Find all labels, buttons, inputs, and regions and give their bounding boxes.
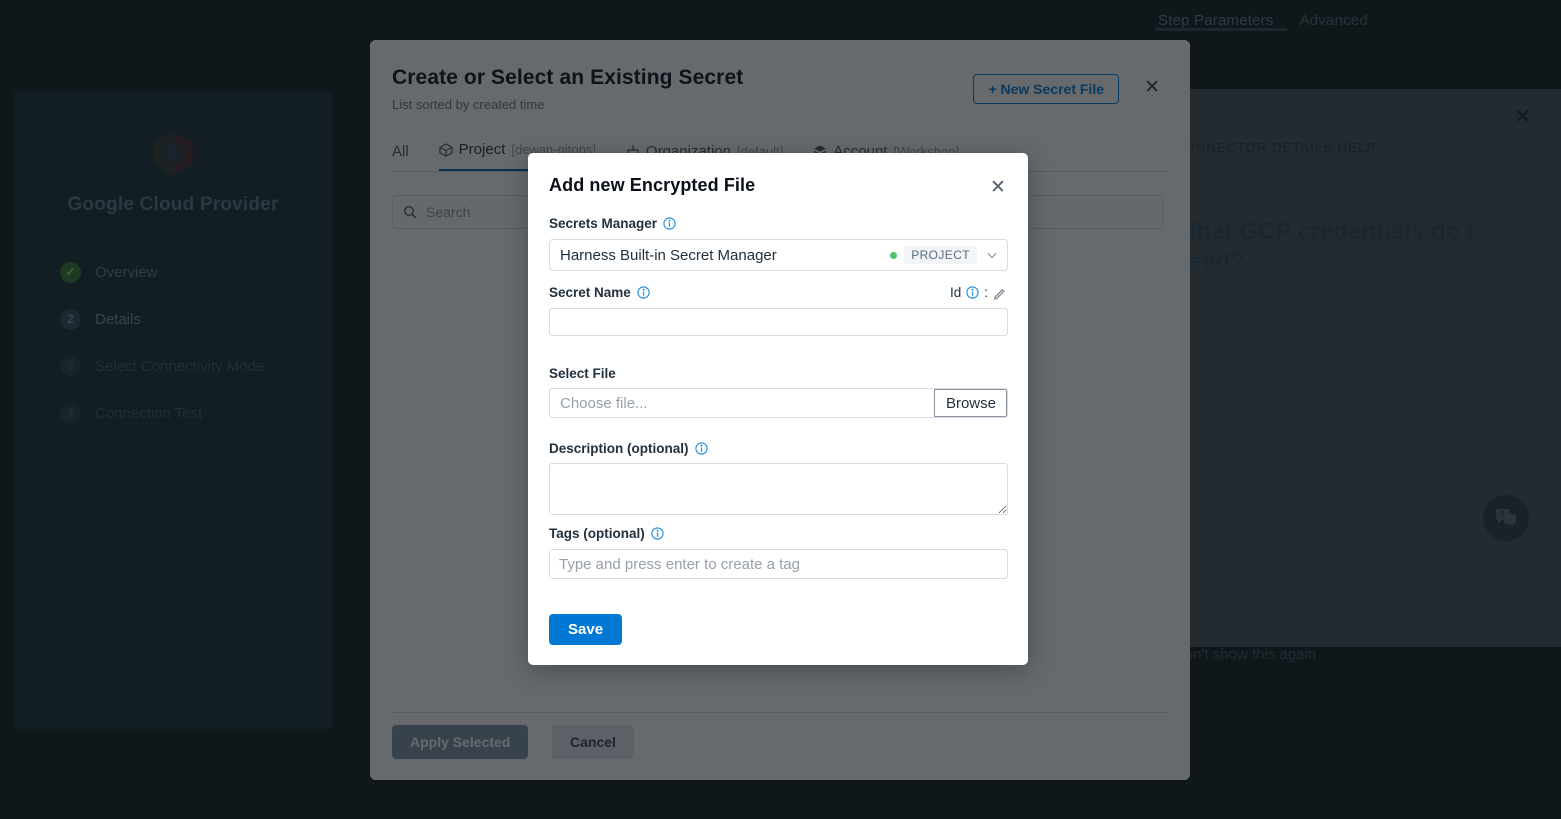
step-number-badge: 3 [60,356,81,377]
secrets-manager-label: Secrets Manager [549,216,676,231]
close-icon[interactable]: ✕ [989,179,1007,197]
help-body: The credentials you provide depend on wh… [1174,259,1524,630]
add-encrypted-file-dialog: Add new Encrypted File ✕ Secrets Manager… [528,153,1028,665]
divider [1174,624,1504,625]
save-button[interactable]: Save [549,614,622,645]
help-paragraph: The credentials you provide depend on wh… [1174,259,1524,295]
tags-input[interactable] [549,549,1008,579]
pencil-icon[interactable] [993,286,1007,300]
check-icon: ✓ [60,262,81,283]
scope-badge: PROJECT [904,246,977,264]
select-file-label: Select File [549,366,616,381]
info-icon[interactable] [651,527,664,540]
field-label-text: Description (optional) [549,441,689,456]
topbar-tab-label: Advanced [1300,12,1368,29]
step-number-badge: 2 [60,309,81,330]
cancel-button[interactable]: Cancel [552,725,634,759]
topbar-tab-step-parameters[interactable]: Step Parameters [1158,12,1274,29]
wizard-steps: ✓ Overview 2 Details 3 Select Connectivi… [60,259,320,426]
secret-name-input[interactable] [549,308,1008,336]
help-paragraph: The credentials required by either metho… [1174,527,1524,617]
info-icon[interactable] [637,286,650,299]
wizard-step-overview[interactable]: ✓ Overview [60,259,320,285]
close-icon[interactable]: ✕ [1514,107,1531,127]
close-icon[interactable]: ✕ [1144,78,1160,97]
tab-all[interactable]: All [392,138,409,172]
new-secret-file-button[interactable]: + New Secret File [973,74,1119,104]
info-icon[interactable] [663,217,676,230]
wizard-step-select-connectivity-mode[interactable]: 3 Select Connectivity Mode [60,353,320,379]
gcp-hexagon-logo-icon [147,129,199,177]
svg-text:?: ? [1500,510,1504,519]
id-label: Id [950,285,961,300]
file-picker-row[interactable]: Choose file... Browse [549,388,1008,418]
chat-bubble-icon: ? [1495,508,1517,528]
id-separator: : [984,285,988,300]
wizard-step-label: Overview [95,264,158,281]
description-label: Description (optional) [549,441,708,456]
divider [392,712,1168,713]
wizard-step-label: Connection Test [95,405,202,422]
status-dot [890,252,897,259]
field-label-text: Select File [549,366,616,381]
info-icon[interactable] [966,286,979,299]
topbar-tabs: Step Parameters Advanced [1150,0,1450,40]
tab-label: Project [459,141,506,158]
wizard-step-connection-test[interactable]: 4 Connection Test [60,400,320,426]
help-paragraph: Use the credentials of a specific Harnes… [1174,388,1524,514]
decorative-diamond-icon [44,493,234,683]
apply-selected-button[interactable]: Apply Selected [392,725,528,759]
wizard-step-label: Select Connectivity Mode [95,358,264,375]
connector-wizard-panel: Google Cloud Provider ✓ Overview 2 Detai… [14,91,332,729]
dont-show-again-link[interactable]: Don't show this again [1174,646,1316,663]
info-icon[interactable] [695,442,708,455]
divider [1174,171,1504,172]
secret-id-row: Id : [950,285,1007,300]
field-label-text: Secret Name [549,285,631,300]
help-chat-icon[interactable]: ? [1483,495,1529,541]
cube-icon [439,143,453,157]
secrets-manager-value: Harness Built-in Secret Manager [560,247,890,264]
screen-root: Step Parameters Advanced Google Cloud Pr… [0,0,1561,819]
connector-help-drawer: ✕ CONNECTOR DETAILS HELP What GCP creden… [1148,89,1561,647]
tags-label: Tags (optional) [549,526,664,541]
secrets-manager-select[interactable]: Harness Built-in Secret Manager PROJECT [549,239,1008,271]
file-placeholder: Choose file... [550,389,934,417]
wizard-title: Google Cloud Provider [14,194,332,216]
step-number-badge: 4 [60,403,81,424]
search-icon [403,205,417,219]
tab-label: All [392,143,409,160]
page-subtitle: List sorted by created time [392,97,544,112]
page-title: Create or Select an Existing Secret [392,66,743,90]
chevron-down-icon[interactable] [985,248,999,262]
help-paragraph: There are two options for authenticating… [1174,308,1524,326]
topbar-tab-label: Step Parameters [1158,12,1274,29]
topbar-tab-advanced[interactable]: Advanced [1300,12,1368,29]
search-placeholder: Search [426,204,470,220]
browse-button[interactable]: Browse [934,389,1007,417]
secret-name-label: Secret Name [549,285,650,300]
description-textarea[interactable] [549,463,1008,515]
help-kicker: CONNECTOR DETAILS HELP [1174,140,1376,155]
field-label-text: Secrets Manager [549,216,657,231]
wizard-step-label: Details [95,311,141,328]
field-label-text: Tags (optional) [549,526,645,541]
help-paragraph: Specify credentials here: use a GCP Serv… [1174,339,1524,375]
dialog-title: Add new Encrypted File [549,175,755,196]
topbar-active-underline [1155,28,1287,31]
wizard-step-details[interactable]: 2 Details [60,306,320,332]
